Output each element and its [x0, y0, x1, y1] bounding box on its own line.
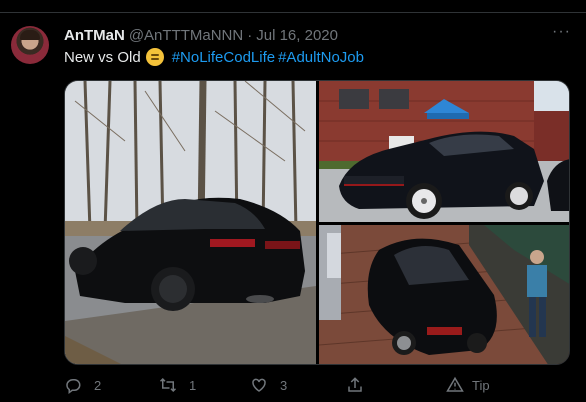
reply-button[interactable]: 2: [64, 376, 101, 394]
author-handle[interactable]: @AnTTTMaNNN: [129, 27, 243, 44]
hashtag-nolifecodlife[interactable]: #NoLifeCodLife: [172, 49, 275, 66]
like-count: 3: [280, 377, 288, 393]
author-name[interactable]: AnTMaN: [64, 27, 125, 44]
photo-bmw-coupe[interactable]: [65, 81, 316, 364]
media-grid: [64, 80, 570, 365]
tip-icon: [446, 376, 464, 392]
heart-icon: [252, 378, 266, 392]
tweet-actions: 2 1 3 Tip: [64, 376, 570, 398]
thinking-face-icon: [145, 48, 164, 66]
photo-golf-gti[interactable]: [319, 81, 569, 222]
tip-label: Tip: [472, 377, 490, 393]
share-icon: [348, 377, 362, 392]
tweet-date[interactable]: Jul 16, 2020: [256, 27, 338, 44]
reply-count: 2: [94, 377, 102, 393]
timeline-divider: [0, 0, 586, 13]
tweet-text: New vs Old #NoLifeCodLife #AdultNoJob: [64, 48, 364, 66]
like-button[interactable]: 3: [250, 376, 287, 394]
tip-button[interactable]: Tip: [446, 376, 490, 394]
tweet-body: New vs Old: [64, 48, 141, 66]
hashtag-adultnojob[interactable]: #AdultNoJob: [278, 49, 364, 66]
tweet-header: AnTMaN @AnTTTMaNNN · Jul 16, 2020: [64, 25, 338, 45]
retweet-count: 1: [189, 377, 197, 393]
retweet-button[interactable]: 1: [159, 376, 196, 394]
share-button[interactable]: [346, 376, 376, 394]
photo-golf-driveway[interactable]: [319, 225, 569, 364]
separator-dot: ·: [247, 26, 253, 44]
avatar[interactable]: [11, 26, 49, 64]
reply-icon: [66, 379, 81, 394]
retweet-icon: [159, 377, 177, 393]
more-options-button[interactable]: ···: [552, 24, 570, 44]
